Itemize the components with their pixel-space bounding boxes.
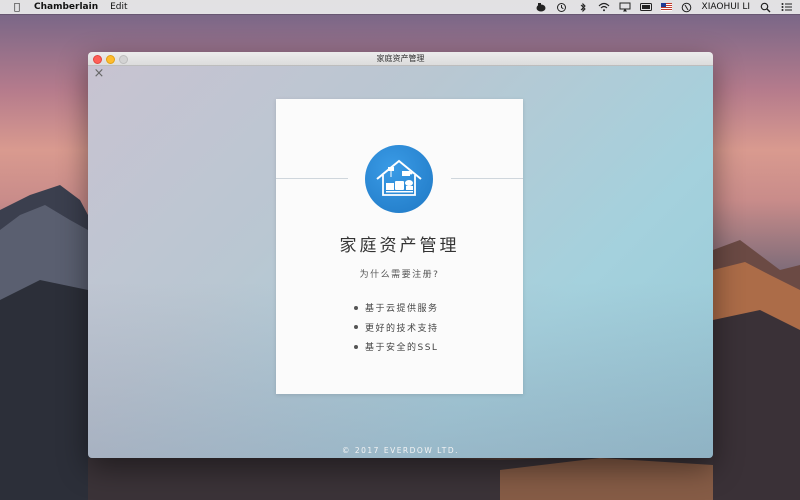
registration-card: 家庭资产管理 为什么需要注册? 基于云提供服务 更好的技术支持 基于安全的SSL <box>276 99 523 394</box>
close-window-button[interactable] <box>93 55 102 64</box>
bluetooth-icon[interactable] <box>577 2 589 12</box>
app-logo-icon <box>365 145 433 213</box>
us-flag-icon[interactable] <box>660 3 672 11</box>
feature-list: 基于云提供服务 更好的技术支持 基于安全的SSL <box>354 298 439 357</box>
time-machine-icon[interactable] <box>556 2 568 12</box>
bullet-icon <box>354 344 358 349</box>
apple-menu-icon[interactable]:  <box>12 2 22 13</box>
evernote-icon[interactable] <box>535 2 547 12</box>
menu-bar:  Chamberlain Edit XIAOHUI LI <box>0 0 800 14</box>
wifi-icon[interactable] <box>598 2 610 12</box>
user-name[interactable]: XIAOHUI LI <box>702 2 750 12</box>
divider-right <box>451 178 523 179</box>
notification-center-icon[interactable] <box>780 2 792 12</box>
app-window: 家庭资产管理 × 家庭资产管理 为什么需要注册? 基于云提供服务 更好的技术支持… <box>88 52 713 458</box>
status-area: XIAOHUI LI <box>535 0 792 14</box>
zoom-window-button[interactable] <box>119 55 128 64</box>
menu-edit[interactable]: Edit <box>110 2 127 12</box>
feature-text: 更好的技术支持 <box>365 323 439 334</box>
copyright-text: © 2017 EVERDOW LTD. <box>341 446 460 455</box>
feature-text: 基于安全的SSL <box>365 343 439 354</box>
title-bar[interactable]: 家庭资产管理 <box>88 52 713 66</box>
card-subtitle: 为什么需要注册? <box>359 270 440 280</box>
spotlight-icon[interactable] <box>759 2 771 12</box>
list-item: 基于安全的SSL <box>354 337 439 357</box>
airplay-icon[interactable] <box>619 2 631 12</box>
divider-left <box>276 178 348 179</box>
bullet-icon <box>354 305 358 310</box>
battery-icon[interactable] <box>639 2 652 12</box>
window-content: × 家庭资产管理 为什么需要注册? 基于云提供服务 更好的技术支持 基于安全的S… <box>88 66 713 458</box>
close-icon[interactable]: × <box>93 67 105 80</box>
clock-icon[interactable] <box>681 2 693 12</box>
list-item: 基于云提供服务 <box>354 298 439 318</box>
minimize-window-button[interactable] <box>106 55 115 64</box>
window-controls <box>93 55 128 64</box>
feature-text: 基于云提供服务 <box>365 304 439 315</box>
bullet-icon <box>354 325 358 330</box>
list-item: 更好的技术支持 <box>354 318 439 338</box>
card-title: 家庭资产管理 <box>339 236 460 256</box>
app-menu[interactable]: Chamberlain <box>34 2 98 12</box>
window-title: 家庭资产管理 <box>376 54 425 63</box>
